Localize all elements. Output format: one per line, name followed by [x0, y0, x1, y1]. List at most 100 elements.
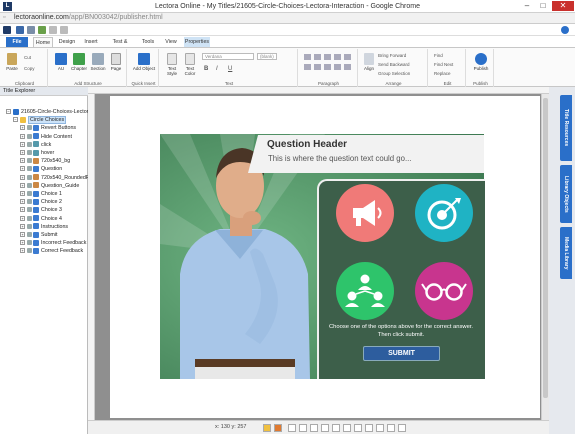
close-icon[interactable]: ✕ [552, 1, 574, 11]
choice-4-glasses-button[interactable] [415, 262, 473, 320]
alignment-buttons[interactable] [304, 64, 354, 70]
tree-item[interactable]: + hover [0, 149, 88, 157]
visibility-icon[interactable] [27, 125, 32, 131]
tab-file[interactable]: File [6, 37, 28, 47]
status-button[interactable] [365, 424, 373, 432]
undo-icon[interactable] [49, 26, 57, 34]
tab-view[interactable]: View [162, 37, 180, 47]
maximize-icon[interactable]: □ [536, 1, 550, 11]
url-text[interactable]: lectoraonline.com/app/BN003042/publisher… [14, 14, 163, 21]
align-button[interactable]: Align [362, 53, 376, 71]
address-bar[interactable]: ▫ lectoraonline.com/app/BN003042/publish… [0, 13, 575, 24]
tree-item[interactable]: + click [0, 141, 88, 149]
paste-button[interactable]: Paste [5, 53, 19, 71]
tree-item[interactable]: + Correct Feedback [0, 247, 88, 255]
tree-item[interactable]: − 21605-Circle-Choices-Lectora [0, 108, 88, 116]
expand-toggle-icon[interactable]: + [20, 166, 25, 172]
expand-toggle-icon[interactable]: + [20, 232, 25, 238]
expand-toggle-icon[interactable]: + [20, 215, 25, 221]
visibility-icon[interactable] [27, 174, 32, 180]
expand-toggle-icon[interactable]: + [20, 240, 25, 246]
font-size-select[interactable]: (blank) [257, 53, 277, 60]
tab-media-library[interactable]: Media Library [560, 227, 572, 279]
tab-test-survey[interactable]: Test & Survey [104, 37, 136, 55]
find-next-button[interactable]: Find Next [434, 62, 453, 67]
help-icon[interactable] [561, 26, 569, 34]
expand-toggle-icon[interactable]: + [20, 158, 25, 164]
visibility-icon[interactable] [27, 133, 32, 139]
send-backward-button[interactable]: Send Backward [378, 62, 410, 67]
status-button[interactable] [332, 424, 340, 432]
status-button[interactable] [343, 424, 351, 432]
find-button[interactable]: Find [434, 53, 443, 58]
status-button[interactable] [263, 424, 271, 432]
visibility-icon[interactable] [27, 191, 32, 197]
expand-toggle-icon[interactable]: + [20, 223, 25, 229]
tab-tools[interactable]: Tools [139, 37, 157, 47]
text-color-button[interactable]: Text Color [181, 53, 199, 76]
visibility-icon[interactable] [27, 232, 32, 238]
tree-item[interactable]: + Revert Buttons [0, 124, 88, 132]
text-style-button[interactable]: Text Style [163, 53, 181, 76]
tab-properties[interactable]: Properties [184, 37, 210, 47]
status-button[interactable] [354, 424, 362, 432]
tab-home[interactable]: Home [33, 37, 53, 47]
tab-insert[interactable]: Insert [81, 37, 101, 47]
visibility-icon[interactable] [27, 141, 32, 147]
visibility-icon[interactable] [27, 166, 32, 172]
chapter-button[interactable]: Chapter [70, 53, 88, 71]
visibility-icon[interactable] [27, 150, 32, 156]
tree-item[interactable]: + Submit [0, 231, 88, 239]
tree-item[interactable]: +720x540_bg [0, 157, 88, 165]
save-icon[interactable] [16, 26, 24, 34]
cut-button[interactable]: Cut [24, 55, 31, 60]
expand-toggle-icon[interactable]: + [20, 150, 25, 156]
choice-2-target-button[interactable] [415, 184, 473, 242]
visibility-icon[interactable] [27, 223, 32, 229]
bold-button[interactable]: B [204, 66, 208, 72]
tree-item[interactable]: + Question [0, 165, 88, 173]
visibility-icon[interactable] [27, 207, 32, 213]
minimize-icon[interactable]: – [520, 1, 534, 11]
status-button[interactable] [387, 424, 395, 432]
preview-icon[interactable] [27, 26, 35, 34]
status-button[interactable] [376, 424, 384, 432]
tree-item[interactable]: + Instructions [0, 223, 88, 231]
choice-1-megaphone-button[interactable] [336, 184, 394, 242]
status-button[interactable] [299, 424, 307, 432]
font-select[interactable]: Verdana [202, 53, 254, 60]
publish-button[interactable]: Publish [470, 53, 492, 71]
expand-toggle-icon[interactable]: + [20, 125, 25, 131]
expand-toggle-icon[interactable]: + [20, 199, 25, 205]
tree-item[interactable]: − Circle Choices [0, 116, 88, 125]
add-object-button[interactable]: Add Object [131, 53, 157, 71]
visibility-icon[interactable] [27, 158, 32, 164]
status-button[interactable] [274, 424, 282, 432]
tree-item[interactable]: + Incorrect Feedback [0, 239, 88, 247]
status-button[interactable] [398, 424, 406, 432]
expand-toggle-icon[interactable]: − [6, 109, 11, 115]
tree-item[interactable]: + Choice 1 [0, 190, 88, 198]
bring-forward-button[interactable]: Bring Forward [378, 53, 406, 58]
visibility-icon[interactable] [27, 199, 32, 205]
tab-title-resources[interactable]: Title Resources [560, 95, 572, 161]
tree-item[interactable]: + Choice 4 [0, 215, 88, 223]
expand-toggle-icon[interactable]: + [20, 207, 25, 213]
expand-toggle-icon[interactable]: + [20, 174, 25, 180]
status-button[interactable] [310, 424, 318, 432]
expand-toggle-icon[interactable]: + [20, 248, 25, 254]
italic-button[interactable]: I [216, 66, 218, 72]
tree-item[interactable]: + Choice 3 [0, 206, 88, 214]
visibility-icon[interactable] [27, 248, 32, 254]
replace-button[interactable]: Replace [434, 71, 451, 76]
tree-item[interactable]: + Choice 2 [0, 198, 88, 206]
group-selection-button[interactable]: Group Selection [378, 71, 410, 76]
tree-item[interactable]: +720x540_RoundedR [0, 174, 88, 182]
expand-toggle-icon[interactable]: + [20, 133, 25, 139]
status-button[interactable] [288, 424, 296, 432]
visibility-icon[interactable] [27, 215, 32, 221]
expand-toggle-icon[interactable]: + [20, 141, 25, 147]
tab-library-objects[interactable]: Library Objects [560, 165, 572, 223]
app-menu-icon[interactable] [3, 26, 11, 34]
tree-item[interactable]: + Question_Guide [0, 182, 88, 190]
